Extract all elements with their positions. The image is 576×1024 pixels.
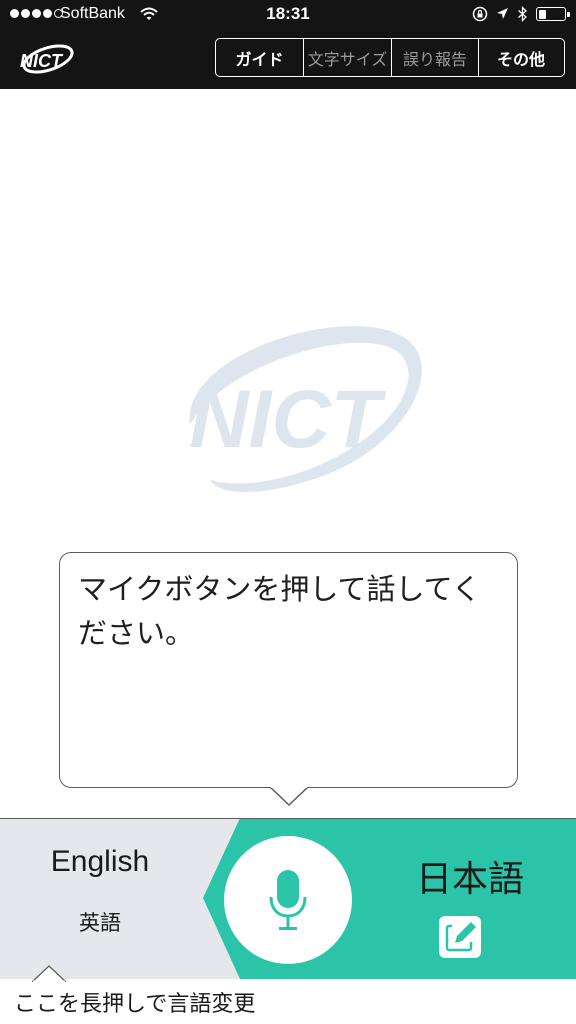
microphone-button[interactable] <box>224 836 352 964</box>
target-language-button[interactable]: 日本語 <box>385 850 555 902</box>
edit-icon[interactable] <box>439 916 481 958</box>
source-language-native: 英語 <box>79 911 121 935</box>
tab-guide-label: ガイド <box>235 49 284 69</box>
source-language-button[interactable]: English <box>0 845 200 879</box>
microphone-icon <box>269 870 307 930</box>
tab-font-size[interactable]: 文字サイズ <box>304 39 392 76</box>
battery-level <box>538 9 546 19</box>
nict-logo: NICT <box>20 44 74 74</box>
instruction-text: マイクボタンを押して話してください。 <box>78 572 481 650</box>
tab-other[interactable]: その他 <box>479 39 563 76</box>
bluetooth-icon <box>518 6 527 22</box>
watermark-logo-text: NICT <box>189 374 386 465</box>
status-indicators <box>472 6 570 22</box>
tab-error-report[interactable]: 誤り報告 <box>392 39 479 76</box>
instruction-bubble: マイクボタンを押して話してください。 <box>59 552 518 788</box>
battery-icon <box>536 7 570 21</box>
bubble-tail <box>270 787 308 807</box>
nict-logo-text: NICT <box>20 51 64 71</box>
tab-other-label: その他 <box>496 49 545 69</box>
nict-watermark-logo: NICT <box>189 326 422 492</box>
tab-font-size-label: 文字サイズ <box>307 49 388 69</box>
tab-guide[interactable]: ガイド <box>216 39 304 76</box>
status-bar: SoftBank 18:31 <box>0 0 576 30</box>
language-panel-tail <box>32 965 66 982</box>
tab-error-report-label: 誤り報告 <box>402 49 467 69</box>
location-arrow-icon <box>497 8 508 19</box>
nav-segmented-control: ガイド 文字サイズ 誤り報告 その他 <box>215 38 565 77</box>
rotation-lock-icon <box>472 6 488 22</box>
language-change-hint[interactable]: ここを長押しで言語変更 <box>14 986 255 1018</box>
